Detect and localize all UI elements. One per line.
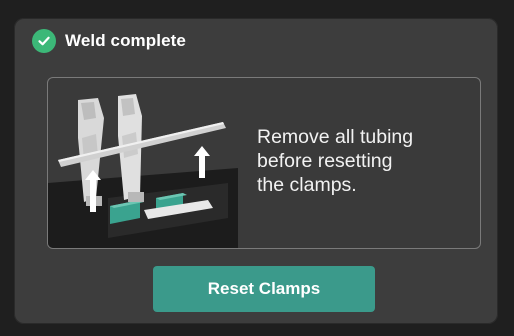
dialog-title: Weld complete xyxy=(65,31,186,50)
instruction-text: Remove all tubing before resetting the c… xyxy=(257,126,414,196)
reset-clamps-button[interactable]: Reset Clamps xyxy=(153,266,375,312)
instruction-panel: Remove all tubing before resetting the c… xyxy=(47,77,481,249)
screen-background: Weld complete Remove all tubing before r… xyxy=(0,0,514,336)
check-circle-icon xyxy=(32,29,56,53)
clamp-tubing-removal-illustration xyxy=(48,94,238,248)
dialog-header: Weld complete xyxy=(32,26,186,56)
